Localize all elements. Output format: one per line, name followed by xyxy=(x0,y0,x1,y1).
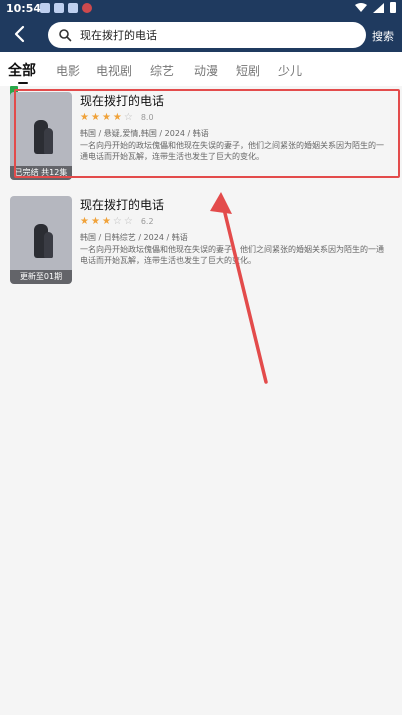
battery-icon xyxy=(390,2,396,13)
tab-variety[interactable]: 综艺 xyxy=(150,62,174,79)
rating-stars: ★ ★ ★ ☆ ☆ 6.2 xyxy=(80,216,154,227)
notification-icon xyxy=(40,3,50,13)
system-icons xyxy=(355,2,396,13)
result-description: 一名向丹开始政坛傀儡和他现在失误的妻子，他们之间紧张的婚姻关系因为陌生的一通电话… xyxy=(80,245,384,265)
notification-icon xyxy=(82,3,92,13)
status-bar: 10:54 xyxy=(0,0,402,16)
tab-kids[interactable]: 少儿 xyxy=(278,62,302,79)
notification-icon xyxy=(68,3,78,13)
tab-tv-series[interactable]: 电视剧 xyxy=(96,62,132,79)
poster-caption: 更新至01期 xyxy=(10,270,72,284)
result-meta: 韩国 / 日韩综艺 / 2024 / 韩语 xyxy=(80,233,188,242)
star-empty-icon: ☆ xyxy=(112,216,122,227)
notification-icons xyxy=(40,3,92,13)
app-header: 10:54 现在拨打的电话 搜索 xyxy=(0,0,402,52)
search-query: 现在拨打的电话 xyxy=(80,29,157,42)
tab-all[interactable]: 全部 xyxy=(8,60,36,80)
search-icon xyxy=(59,29,72,42)
notification-icon xyxy=(54,3,64,13)
star-icon: ★ xyxy=(90,216,100,227)
wifi-icon xyxy=(355,2,367,12)
signal-icon xyxy=(373,2,384,13)
poster-image: 更新至01期 xyxy=(10,196,72,284)
search-button[interactable]: 搜索 xyxy=(372,28,394,44)
star-icon: ★ xyxy=(101,216,111,227)
status-time: 10:54 xyxy=(6,2,42,15)
category-tabs: 全部 电影 电视剧 综艺 动漫 短剧 少儿 xyxy=(0,52,402,86)
result-item[interactable]: 更新至01期 现在拨打的电话 ★ ★ ★ ☆ ☆ 6.2 韩国 / 日韩综艺 /… xyxy=(0,190,402,290)
back-icon[interactable] xyxy=(10,24,30,44)
tab-anime[interactable]: 动漫 xyxy=(194,62,218,79)
active-tab-indicator xyxy=(18,82,28,84)
result-title: 现在拨打的电话 xyxy=(80,198,165,212)
highlight-box xyxy=(14,89,400,178)
star-icon: ★ xyxy=(80,216,89,227)
tab-movies[interactable]: 电影 xyxy=(56,62,80,79)
star-empty-icon: ☆ xyxy=(123,216,133,227)
rating-value: 6.2 xyxy=(140,217,154,226)
tab-short-drama[interactable]: 短剧 xyxy=(236,62,260,79)
search-input[interactable]: 现在拨打的电话 xyxy=(48,22,366,48)
